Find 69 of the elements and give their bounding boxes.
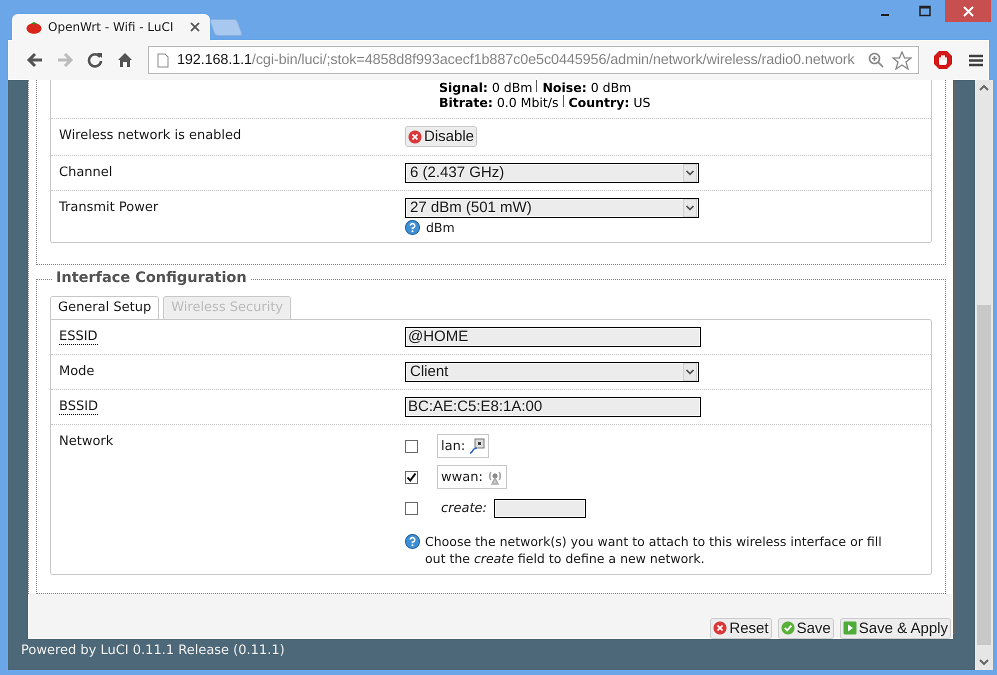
select-field[interactable]: 27 dBm (501 mW) <box>405 198 699 218</box>
play-icon <box>842 621 857 635</box>
status-value: US <box>633 95 650 110</box>
disable-button[interactable]: Disable <box>405 126 478 147</box>
select-field[interactable]: 6 (2.437 GHz) <box>405 162 699 182</box>
network-tag: wwan: <box>437 465 507 489</box>
help-text: Choose the network(s) you want to attach to this wireless interface or fill out the create field to define a new network. <box>425 532 883 566</box>
status-value: 0 dBm <box>590 80 632 95</box>
check-icon <box>780 621 795 635</box>
help-icon <box>405 534 420 548</box>
cross-icon <box>713 621 728 635</box>
close-window-button[interactable] <box>945 0 991 22</box>
cross-icon <box>408 130 422 144</box>
home-icon[interactable] <box>117 52 133 68</box>
field-label: Mode <box>59 364 94 378</box>
status-value: 0 dBm <box>492 80 532 95</box>
wireless-icon <box>486 469 503 485</box>
scrollbar[interactable] <box>975 80 993 670</box>
address-bar[interactable]: 192.168.1.1/cgi-bin/luci/;stok=4858d8f993acecf1b887c0e5c0445956/admin/network/wireless/radio0.network <box>148 46 919 74</box>
field-label: Wireless network is enabled <box>59 128 242 143</box>
maximize-icon[interactable] <box>919 5 931 17</box>
menu-icon[interactable] <box>969 54 983 66</box>
save-button[interactable]: Save <box>778 618 834 638</box>
field-label: BSSID <box>59 398 98 414</box>
new-tab-button[interactable] <box>208 19 244 36</box>
select-field[interactable]: Client <box>405 362 699 382</box>
footer-text: Powered by LuCI 0.11.1 Release (0.11.1) <box>20 642 286 658</box>
tab-title: OpenWrt - Wifi - LuCI <box>48 20 174 34</box>
back-arrow-icon[interactable] <box>26 52 44 68</box>
status-label: Country: <box>568 95 630 110</box>
separator-bar <box>562 95 564 107</box>
network-port-icon <box>469 438 486 454</box>
checkbox[interactable] <box>405 440 418 452</box>
help-text: dBm <box>426 220 455 234</box>
star-icon[interactable] <box>892 50 912 70</box>
help-icon <box>405 220 420 234</box>
caret-icon <box>683 198 697 216</box>
section-legend: Interface Configuration <box>53 270 250 286</box>
create-label: create: <box>441 500 487 516</box>
network-tag: lan: <box>437 434 490 458</box>
status-label: Bitrate: <box>439 95 493 110</box>
page-icon <box>157 52 169 68</box>
input-field[interactable]: @HOME <box>405 326 701 346</box>
status-label: Signal: <box>439 80 488 95</box>
field-label: Channel <box>59 164 112 180</box>
close-icon <box>962 6 974 16</box>
scroll-down-icon[interactable] <box>979 658 989 666</box>
field-label: Transmit Power <box>59 200 158 214</box>
field-label: Network <box>59 434 114 448</box>
input-field[interactable] <box>494 498 586 518</box>
save-apply-button[interactable]: Save & Apply <box>840 618 951 638</box>
reset-button[interactable]: Reset <box>710 618 772 638</box>
caret-icon <box>683 362 697 380</box>
field-label: ESSID <box>59 328 98 344</box>
stop-hand-icon[interactable] <box>933 50 953 70</box>
close-icon[interactable] <box>190 22 200 32</box>
checkbox[interactable] <box>405 502 418 514</box>
status-label: Noise: <box>542 80 587 95</box>
scrollbar-thumb[interactable] <box>977 305 991 645</box>
browser-tab[interactable]: OpenWrt - Wifi - LuCI <box>12 14 210 40</box>
scroll-up-icon[interactable] <box>979 84 989 92</box>
input-field[interactable]: BC:AE:C5:E8:1A:00 <box>405 396 701 416</box>
tomato-icon <box>26 20 42 34</box>
reload-icon[interactable] <box>87 52 103 68</box>
zoom-icon[interactable] <box>868 52 884 68</box>
checkbox[interactable] <box>405 470 418 484</box>
caret-icon <box>683 164 697 182</box>
tab[interactable]: General Setup <box>50 296 160 318</box>
status-value: 0.0 Mbit/s <box>496 95 558 110</box>
